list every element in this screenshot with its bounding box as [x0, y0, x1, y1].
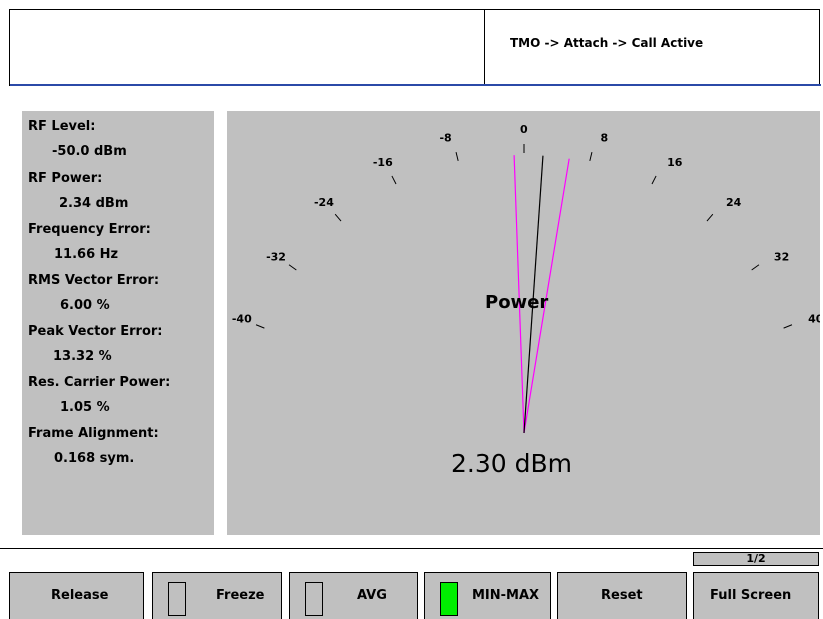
full-screen-button[interactable]: Full Screen	[693, 572, 819, 619]
scale-tick	[783, 324, 793, 329]
freeze-button[interactable]: Freeze	[152, 572, 282, 619]
scale-tick	[651, 175, 657, 185]
freeze-label: Freeze	[216, 588, 265, 603]
scale-tick-label: -32	[266, 250, 286, 263]
frequency-error-label: Frequency Error:	[28, 222, 151, 237]
rf-level-value: -50.0 dBm	[52, 144, 127, 159]
avg-button[interactable]: AVG	[289, 572, 418, 619]
peak-vector-error-value: 13.32 %	[53, 349, 112, 364]
avg-indicator	[305, 582, 323, 616]
scale-tick	[288, 264, 297, 271]
freeze-indicator	[168, 582, 186, 616]
scale-tick-label: 32	[774, 250, 789, 263]
frame-alignment-value: 0.168 sym.	[54, 451, 135, 466]
scale-tick	[334, 213, 342, 222]
avg-label: AVG	[357, 588, 387, 603]
min-max-indicator	[440, 582, 458, 616]
scale-tick	[589, 151, 593, 161]
meter-title: Power	[485, 292, 549, 313]
scale-tick	[391, 175, 397, 185]
reset-button[interactable]: Reset	[557, 572, 687, 619]
frame-alignment-label: Frame Alignment:	[28, 426, 159, 441]
res-carrier-power-value: 1.05 %	[60, 400, 110, 415]
min-max-label: MIN-MAX	[472, 588, 540, 603]
scale-tick-label: 40	[808, 313, 820, 326]
scale-tick-label: 16	[667, 156, 683, 169]
peak-vector-error-label: Peak Vector Error:	[28, 324, 163, 339]
full-screen-label: Full Screen	[710, 588, 792, 603]
res-carrier-power-label: Res. Carrier Power:	[28, 375, 171, 390]
header-divider	[484, 10, 485, 86]
scale-tick-label: 24	[726, 196, 742, 209]
scale-tick	[706, 213, 714, 222]
scale-tick	[455, 151, 459, 161]
release-label: Release	[51, 588, 109, 603]
rf-power-value: 2.34 dBm	[59, 196, 129, 211]
rms-vector-error-label: RMS Vector Error:	[28, 273, 160, 288]
header-bar: TMO -> Attach -> Call Active	[9, 9, 821, 86]
scale-tick	[255, 324, 265, 329]
call-status: TMO -> Attach -> Call Active	[510, 36, 704, 50]
measurement-panel: RF Level: -50.0 dBm RF Power: 2.34 dBm F…	[22, 111, 214, 535]
frequency-error-value: 11.66 Hz	[54, 247, 119, 262]
scale-tick-label: -40	[232, 313, 252, 326]
scale-tick-label: -16	[373, 156, 393, 169]
scale-tick-label: -8	[439, 131, 451, 144]
softkey-separator	[0, 548, 823, 549]
scale-tick-label: 8	[601, 131, 609, 144]
header-underline	[10, 84, 821, 86]
page-indicator[interactable]: 1/2	[693, 552, 819, 566]
release-button[interactable]: Release	[9, 572, 144, 619]
scale-tick-label: 0	[520, 123, 528, 136]
scale-tick	[751, 264, 760, 271]
power-meter: -40 -32 -24 -16 -8 0 8 16 24 32 40 Power 2.30 dBm	[227, 111, 820, 535]
min-max-button[interactable]: MIN-MAX	[424, 572, 551, 619]
meter-readout: 2.30 dBm	[451, 449, 572, 478]
rms-vector-error-value: 6.00 %	[60, 298, 110, 313]
rf-power-label: RF Power:	[28, 171, 103, 186]
scale-tick-label: -24	[314, 196, 334, 209]
rf-level-label: RF Level:	[28, 119, 96, 134]
reset-label: Reset	[601, 588, 643, 603]
